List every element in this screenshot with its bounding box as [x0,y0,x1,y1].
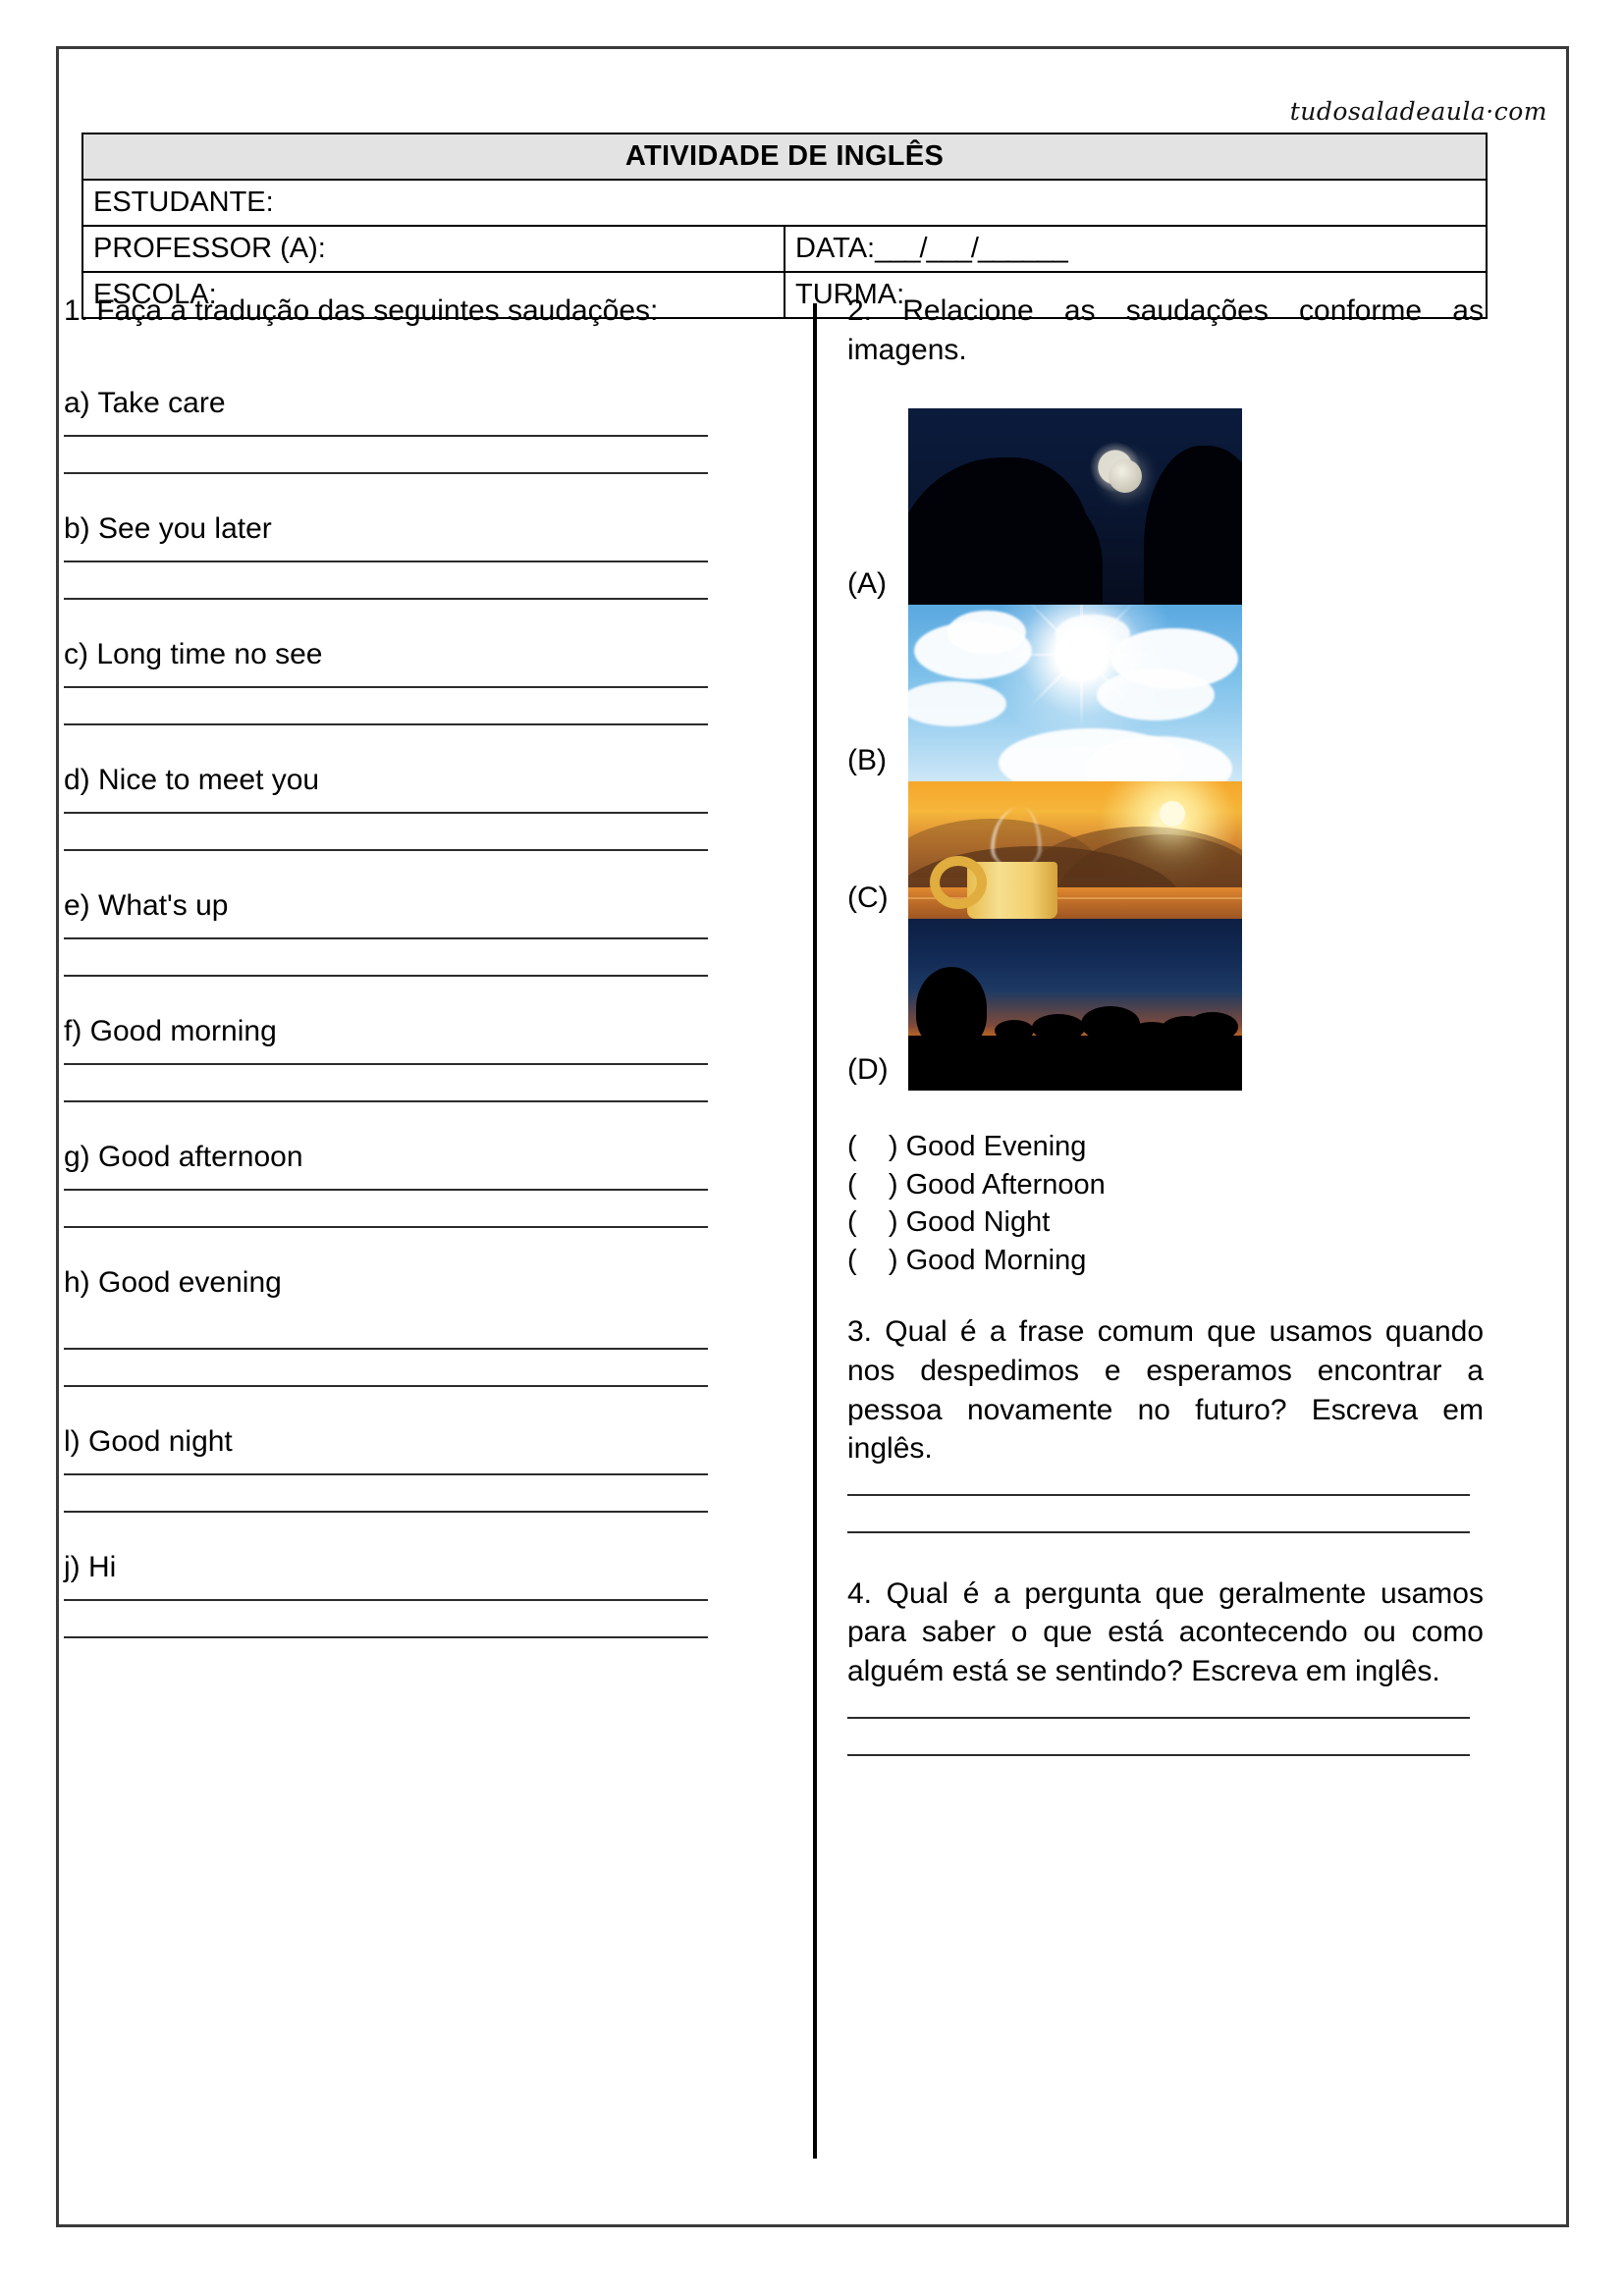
answer-line[interactable] [847,1493,1470,1496]
answer-line[interactable] [64,1472,708,1475]
answer-lines-a[interactable] [64,434,781,474]
sunny-sky-photo [908,605,1242,782]
sunrise-coffee-photo [908,781,1242,920]
cloud-icon [1056,614,1130,655]
image-row-b: (B) [847,605,1484,782]
image-row-a: (A) [847,408,1484,606]
cloud-icon [947,611,1026,655]
image-tag-b: (B) [847,744,887,777]
option-good-night[interactable]: ( ) Good Night [847,1203,1484,1242]
answer-lines-c[interactable] [64,685,781,725]
answer-lines-b[interactable] [64,560,781,600]
steam-icon [991,807,1042,869]
option-good-evening[interactable]: ( ) Good Evening [847,1128,1484,1166]
moon-icon [1109,459,1142,494]
answer-line[interactable] [64,685,708,688]
item-label-b: b) See you later [64,511,272,545]
option-good-afternoon[interactable]: ( ) Good Afternoon [847,1166,1484,1204]
answer-lines-f[interactable] [64,1062,781,1102]
table-row-title: ATIVIDADE DE INGLÊS [81,133,1488,181]
image-tag-c: (C) [847,881,889,915]
list-item-b: b) See you later [64,511,781,600]
table-row-student: ESTUDANTE: [81,179,1488,227]
worksheet-page: tudosaladeaula·com ATIVIDADE DE INGLÊS E… [56,46,1569,2227]
answer-lines-j[interactable] [64,1598,781,1638]
question-3-prompt: 3. Qual é a frase comum que usamos quand… [847,1315,1484,1466]
answer-lines-g[interactable] [64,1188,781,1228]
column-divider [813,303,817,2159]
item-label-e: e) What's up [64,888,229,922]
sun-icon [1160,801,1185,828]
list-item-c: c) Long time no see [64,637,781,725]
item-label-c: c) Long time no see [64,637,323,670]
image-tag-a: (A) [847,567,887,601]
cloud-icon [1097,669,1215,721]
tree-icon [1187,1012,1238,1042]
date-field[interactable]: DATA:___/___/______ [784,225,1488,273]
table-row-teacher-date: PROFESSOR (A): DATA:___/___/______ [81,225,1488,273]
site-watermark: tudosaladeaula·com [1289,97,1547,126]
option-good-morning[interactable]: ( ) Good Morning [847,1242,1484,1280]
tree-icon [1032,1014,1085,1042]
answer-lines-e[interactable] [64,936,781,977]
answer-line[interactable] [847,1716,1470,1719]
right-column: 2. Relacione as saudações conforme as im… [847,292,1484,1756]
night-moon-photo [908,408,1242,606]
question-1-prompt: 1. Faça a tradução das seguintes saudaçõ… [64,294,659,327]
item-label-l: l) Good night [64,1424,233,1458]
answer-line[interactable] [64,936,708,939]
list-item-d: d) Nice to meet you [64,763,781,851]
list-item-l: l) Good night [64,1424,781,1513]
cloud-icon [908,681,1006,727]
tree-icon [916,967,987,1084]
answer-lines-l[interactable] [64,1472,781,1513]
question-4-prompt: 4. Qual é a pergunta que geralmente usam… [847,1576,1484,1687]
question-2-prompt: 2. Relacione as saudações conforme as im… [847,294,1484,366]
list-item-a: a) Take care [64,386,781,474]
answer-lines-q4[interactable] [847,1716,1484,1756]
item-label-j: j) Hi [64,1550,117,1583]
list-item-f: f) Good morning [64,1014,781,1102]
date-label: DATA: [795,233,876,264]
image-row-c: (C) [847,781,1484,920]
worksheet-title: ATIVIDADE DE INGLÊS [81,133,1488,181]
answer-line[interactable] [64,1062,708,1065]
student-field[interactable]: ESTUDANTE: [81,179,1488,227]
answer-line[interactable] [64,1347,708,1350]
answer-lines-q3[interactable] [847,1493,1484,1533]
answer-line[interactable] [847,1753,1470,1756]
dusk-sunset-photo [908,919,1242,1092]
mug-handle-icon [930,856,987,910]
item-label-g: g) Good afternoon [64,1140,303,1173]
teacher-field[interactable]: PROFESSOR (A): [81,225,785,273]
image-row-d: (D) [847,919,1484,1092]
answer-line[interactable] [64,811,708,814]
answer-line[interactable] [64,560,708,562]
image-tag-d: (D) [847,1053,889,1087]
item-label-h: h) Good evening [64,1265,282,1299]
item-label-a: a) Take care [64,386,226,419]
list-item-j: j) Hi [64,1550,781,1638]
answer-line[interactable] [64,1598,708,1601]
answer-line[interactable] [64,434,708,437]
list-item-e: e) What's up [64,888,781,977]
item-label-d: d) Nice to meet you [64,763,320,796]
matching-options-list: ( ) Good Evening ( ) Good Afternoon ( ) … [847,1128,1484,1279]
list-item-g: g) Good afternoon [64,1140,781,1228]
list-item-h: h) Good evening [64,1265,781,1387]
tree-icon [1081,1006,1140,1042]
left-column: 1. Faça a tradução das seguintes saudaçõ… [64,292,781,1638]
date-blanks: ___/___/______ [875,233,1068,264]
item-label-f: f) Good morning [64,1014,277,1047]
answer-lines-h[interactable] [64,1347,781,1387]
answer-line[interactable] [64,1635,708,1638]
answer-line[interactable] [64,1188,708,1191]
answer-lines-d[interactable] [64,811,781,851]
